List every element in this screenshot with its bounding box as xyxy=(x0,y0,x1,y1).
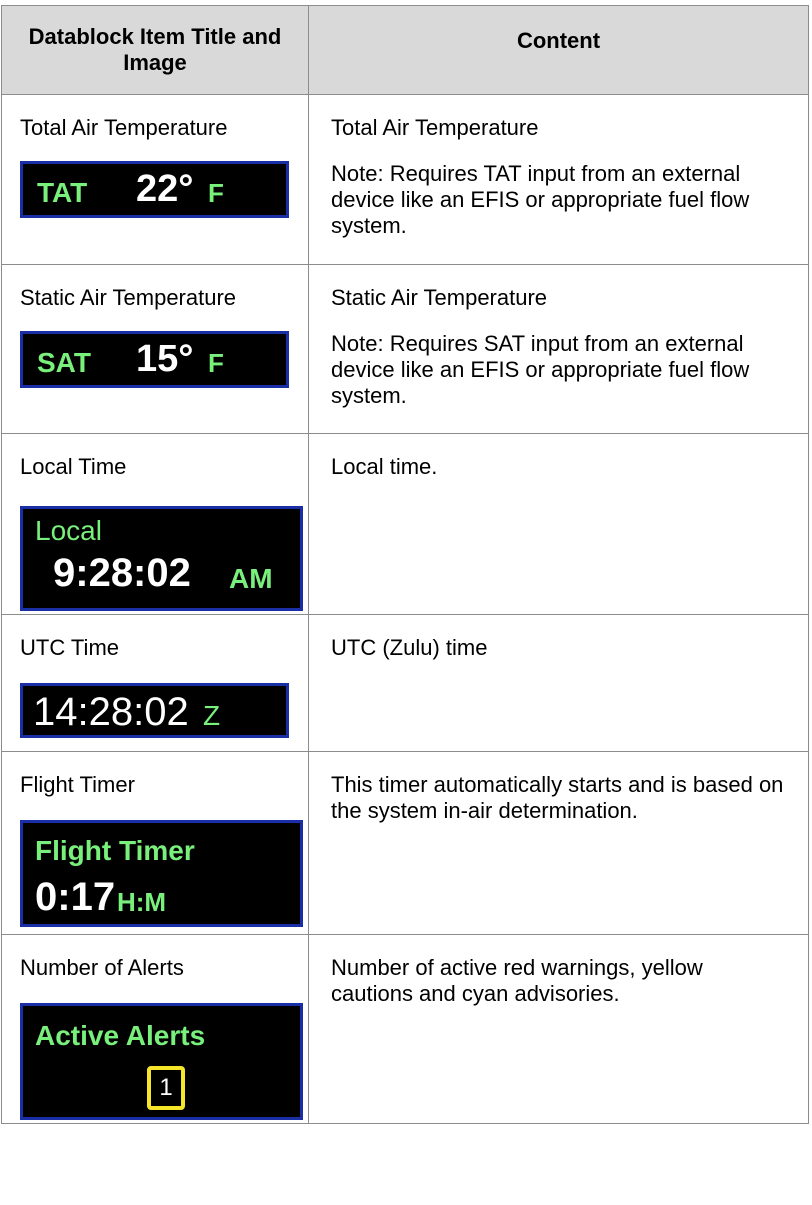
row-title-cell: Total Air Temperature TAT 22° F xyxy=(1,94,309,265)
row-content-cell: Number of active red warnings, yellow ca… xyxy=(308,934,809,1124)
row-title: Total Air Temperature xyxy=(20,115,228,140)
utc-value: 14:28:02 xyxy=(33,690,189,734)
row-title-cell: Local Time Local 9:28:02 AM xyxy=(1,433,309,615)
active-alerts-display: Active Alerts 1 xyxy=(20,1003,303,1120)
flight-timer-display: Flight Timer 0:17 H:M xyxy=(20,820,303,927)
row-title-cell: Number of Alerts Active Alerts 1 xyxy=(1,934,309,1124)
row-content-line: This timer automatically starts and is b… xyxy=(331,772,784,823)
datablock-table: Datablock Item Title and Image Content T… xyxy=(1,5,809,1124)
sat-label: SAT xyxy=(37,347,91,378)
local-value: 9:28:02 xyxy=(53,551,191,595)
local-unit: AM xyxy=(229,563,273,594)
row-title: UTC Time xyxy=(20,635,119,660)
flight-timer-label: Flight Timer xyxy=(35,835,195,866)
table-row: Flight Timer Flight Timer 0:17 H:M This … xyxy=(1,751,809,935)
row-content-line: Number of active red warnings, yellow ca… xyxy=(331,955,703,1006)
row-content-line: UTC (Zulu) time xyxy=(331,635,488,660)
flight-timer-unit: H:M xyxy=(117,887,167,917)
row-content-line: Static Air Temperature xyxy=(331,285,548,310)
row-content-cell: Total Air Temperature Note: Requires TAT… xyxy=(308,94,809,265)
tat-label: TAT xyxy=(37,177,88,208)
header-title-column: Datablock Item Title and Image xyxy=(1,5,309,95)
alert-count-badge: 1 xyxy=(147,1066,185,1110)
active-alerts-label: Active Alerts xyxy=(35,1020,206,1051)
table-row: Total Air Temperature TAT 22° F Total Ai… xyxy=(1,94,809,265)
row-title: Local Time xyxy=(20,454,127,479)
local-label: Local xyxy=(35,515,102,546)
row-title-cell: Flight Timer Flight Timer 0:17 H:M xyxy=(1,751,309,935)
row-content-line: Total Air Temperature xyxy=(331,115,539,140)
local-time-display: Local 9:28:02 AM xyxy=(20,506,303,611)
sat-value: 15° xyxy=(136,338,194,380)
row-content-note: Note: Requires SAT input from an externa… xyxy=(331,331,750,408)
header-content-column: Content xyxy=(308,5,809,95)
tat-display: TAT 22° F xyxy=(20,161,289,218)
sat-unit: F xyxy=(208,348,224,378)
table-row: Number of Alerts Active Alerts 1 Number … xyxy=(1,934,809,1124)
row-title: Flight Timer xyxy=(20,772,135,797)
table-row: Local Time Local 9:28:02 AM Local time. xyxy=(1,433,809,615)
flight-timer-value: 0:17 xyxy=(35,875,116,919)
row-title-cell: Static Air Temperature SAT 15° F xyxy=(1,264,309,434)
row-content-cell: Local time. xyxy=(308,433,809,615)
row-title-cell: UTC Time 14:28:02 Z xyxy=(1,614,309,752)
row-content-note: Note: Requires TAT input from an externa… xyxy=(331,161,750,238)
utc-unit: Z xyxy=(203,700,221,731)
row-title: Number of Alerts xyxy=(20,955,184,980)
tat-unit: F xyxy=(208,178,224,208)
sat-display: SAT 15° F xyxy=(20,331,289,388)
utc-time-display: 14:28:02 Z xyxy=(20,683,289,738)
row-content-cell: This timer automatically starts and is b… xyxy=(308,751,809,935)
tat-value: 22° xyxy=(136,168,194,210)
row-content-cell: UTC (Zulu) time xyxy=(308,614,809,752)
table-header-row: Datablock Item Title and Image Content xyxy=(1,5,809,95)
table-row: UTC Time 14:28:02 Z UTC (Zulu) time xyxy=(1,614,809,752)
row-title: Static Air Temperature xyxy=(20,285,237,310)
row-content-cell: Static Air Temperature Note: Requires SA… xyxy=(308,264,809,434)
row-content-line: Local time. xyxy=(331,454,438,479)
table-row: Static Air Temperature SAT 15° F Static … xyxy=(1,264,809,434)
